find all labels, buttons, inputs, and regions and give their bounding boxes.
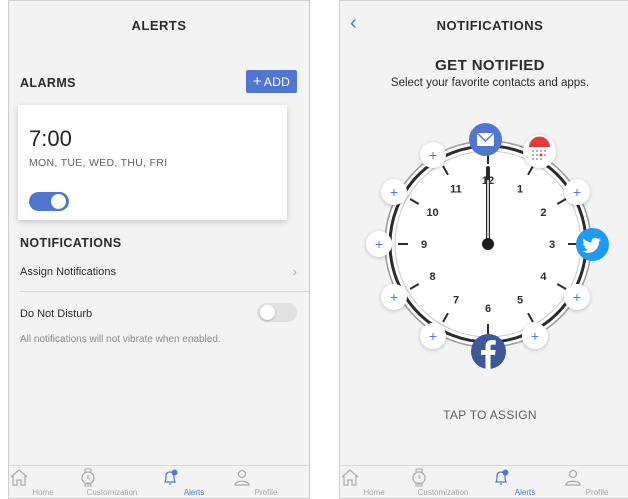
tab-customization[interactable]: Customization — [77, 468, 147, 497]
alarm-toggle[interactable] — [29, 192, 69, 211]
divider — [20, 291, 309, 292]
clock-number: 11 — [450, 184, 462, 196]
tab-alerts[interactable]: Alerts — [159, 468, 229, 497]
alerts-header: ALERTS — [131, 17, 187, 33]
tab-profile[interactable]: Profile — [562, 468, 628, 497]
alarm-card[interactable]: 7:00 MON, TUE, WED, THU, FRI — [18, 105, 287, 220]
add-slot-8[interactable]: + — [381, 284, 407, 310]
watch-icon — [412, 468, 426, 487]
tab-home[interactable]: Home — [340, 468, 409, 497]
clock-number: 9 — [421, 239, 427, 251]
tab-home-label: Home — [363, 488, 385, 497]
tab-customization[interactable]: Customization — [408, 468, 478, 497]
calendar-icon[interactable] — [523, 135, 556, 168]
add-slot-9[interactable]: + — [366, 231, 392, 257]
tab-alerts-label: Alerts — [183, 488, 205, 497]
clock-number: 8 — [430, 271, 436, 283]
mail-icon[interactable] — [469, 123, 502, 156]
clock-number: 10 — [426, 207, 438, 219]
tab-bar: Home Customization Alerts Profile — [9, 465, 309, 498]
get-notified-subtitle: Select your favorite contacts and apps. — [390, 77, 590, 89]
tab-alerts[interactable]: Alerts — [490, 468, 560, 497]
bell-icon — [495, 469, 509, 485]
profile-icon — [565, 469, 581, 486]
clock-center — [482, 238, 494, 250]
profile-icon — [234, 469, 250, 486]
get-notified-title: GET NOTIFIED — [435, 57, 545, 74]
alerts-screen: ALERTS ALARMS + ADD 7:00 MON, TUE, WED, … — [8, 0, 310, 499]
chevron-right-icon[interactable]: › — [293, 264, 297, 279]
clock-face: 121234567891011 — [384, 140, 592, 348]
alarms-title: ALARMS — [20, 76, 76, 90]
add-slot-5[interactable]: + — [522, 323, 548, 349]
clock-number: 5 — [517, 294, 523, 306]
assign-notifications-row[interactable]: Assign Notifications — [20, 266, 116, 278]
add-slot-4[interactable]: + — [564, 284, 590, 310]
tab-profile[interactable]: Profile — [231, 468, 301, 497]
do-not-disturb-note: All notifications will not vibrate when … — [20, 334, 221, 345]
do-not-disturb-label: Do Not Disturb — [20, 308, 93, 320]
tab-profile-label: Profile — [585, 488, 609, 497]
tab-bar: Home Customization Alerts Profile — [340, 465, 628, 498]
notifications-header: NOTIFICATIONS — [436, 17, 544, 33]
notifications-title: NOTIFICATIONS — [20, 236, 122, 250]
plus-icon: + — [252, 73, 262, 90]
clock-number: 4 — [540, 271, 547, 283]
home-icon — [341, 469, 359, 486]
clock-number: 6 — [485, 303, 491, 315]
add-button-label: ADD — [263, 74, 291, 89]
clock-number: 2 — [540, 207, 546, 219]
home-icon — [10, 469, 28, 486]
add-slot-11[interactable]: + — [420, 142, 446, 168]
clock-number: 3 — [549, 239, 555, 251]
bell-icon — [164, 469, 178, 485]
add-alarm-button[interactable]: + ADD — [246, 70, 297, 93]
alarm-days: MON, TUE, WED, THU, FRI — [29, 157, 168, 169]
tab-customization-label: Customization — [417, 488, 469, 497]
tab-home-label: Home — [32, 488, 54, 497]
clock-number: 7 — [453, 294, 459, 306]
tab-alerts-label: Alerts — [514, 488, 536, 497]
tab-customization-label: Customization — [86, 488, 138, 497]
notifications-screen: ‹ NOTIFICATIONS GET NOTIFIED Select your… — [339, 0, 628, 499]
watch-icon — [81, 468, 95, 487]
add-slot-7[interactable]: + — [420, 323, 446, 349]
add-slot-10[interactable]: + — [381, 179, 407, 205]
do-not-disturb-toggle[interactable] — [257, 303, 297, 322]
tab-profile-label: Profile — [254, 488, 278, 497]
alarm-time: 7:00 — [29, 126, 72, 151]
tab-home[interactable]: Home — [9, 468, 78, 497]
clock-number: 1 — [517, 184, 523, 196]
twitter-icon[interactable] — [576, 228, 609, 261]
facebook-icon[interactable] — [471, 334, 506, 369]
tap-to-assign-label[interactable]: TAP TO ASSIGN — [340, 408, 628, 422]
add-slot-2[interactable]: + — [564, 179, 590, 205]
